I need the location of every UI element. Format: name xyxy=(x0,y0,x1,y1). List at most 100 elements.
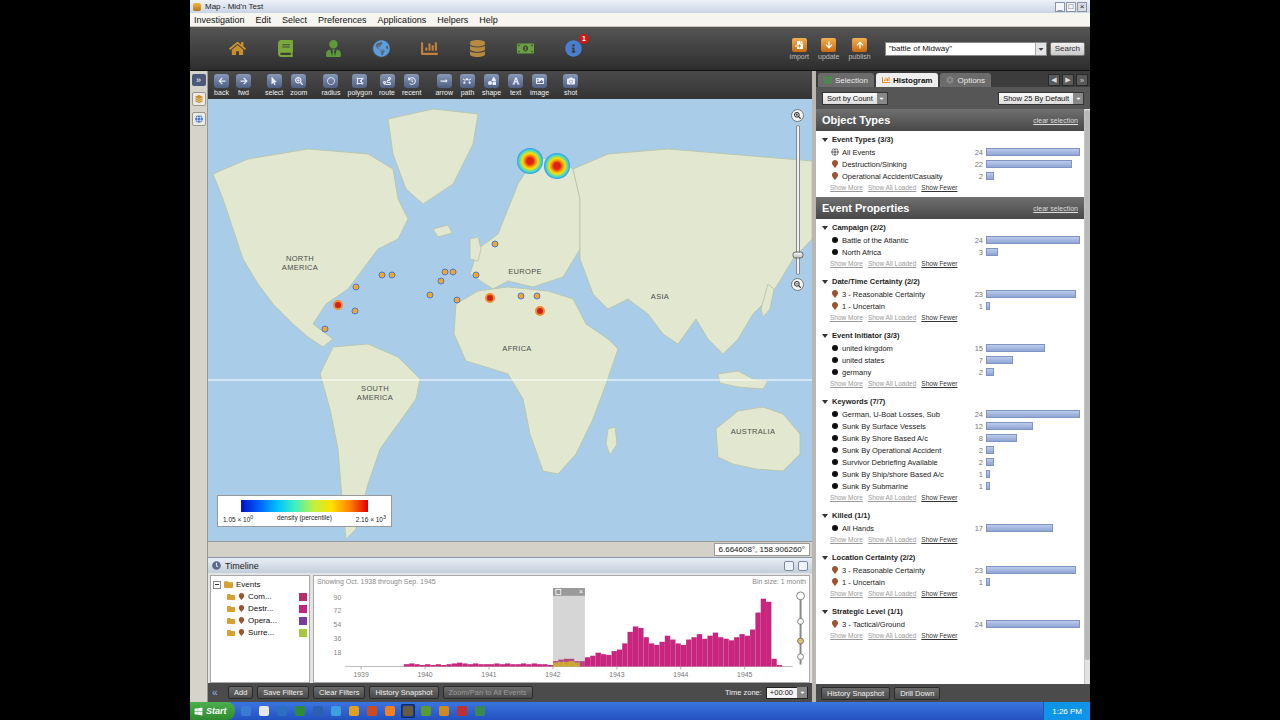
action-button[interactable]: import xyxy=(790,38,809,60)
color-swatch[interactable] xyxy=(299,629,307,637)
app-button[interactable] xyxy=(419,39,439,59)
map-tool[interactable]: route xyxy=(379,74,395,96)
event-pin[interactable] xyxy=(389,271,396,278)
event-bar[interactable] xyxy=(659,642,664,667)
expand-icon[interactable] xyxy=(822,226,828,230)
bar[interactable] xyxy=(526,664,531,666)
collapse-button[interactable]: » xyxy=(1076,74,1088,86)
event-bar[interactable] xyxy=(425,664,430,666)
event-bar[interactable] xyxy=(596,652,601,666)
event-bar[interactable] xyxy=(468,664,473,666)
nav-button[interactable]: ▶ xyxy=(1062,74,1074,86)
event-pin[interactable] xyxy=(450,268,457,275)
event-bar[interactable] xyxy=(777,665,782,667)
event-bar[interactable] xyxy=(548,665,553,667)
event-pin[interactable] xyxy=(379,271,386,278)
menu-item[interactable]: Help xyxy=(479,15,498,25)
event-bar[interactable] xyxy=(500,664,505,666)
map-tool[interactable]: path xyxy=(460,74,475,96)
bar[interactable] xyxy=(659,642,664,667)
event-pin[interactable] xyxy=(353,284,360,291)
event-bar[interactable] xyxy=(734,637,739,666)
event-pin[interactable] xyxy=(473,271,480,278)
event-pin[interactable] xyxy=(352,308,359,315)
bar[interactable] xyxy=(734,637,739,666)
bar[interactable] xyxy=(446,664,451,666)
strip-button[interactable] xyxy=(192,92,206,106)
map-tool[interactable]: image xyxy=(530,74,549,96)
event-bar[interactable] xyxy=(670,639,675,666)
bar[interactable] xyxy=(628,632,633,667)
event-bar[interactable] xyxy=(745,635,750,666)
event-bar[interactable] xyxy=(755,612,760,666)
event-bar[interactable] xyxy=(446,664,451,666)
bar[interactable] xyxy=(532,663,537,666)
facet-title[interactable]: Event Types (3/3) xyxy=(822,133,1080,146)
event-pin[interactable] xyxy=(535,306,545,316)
color-swatch[interactable] xyxy=(299,605,307,613)
window-control[interactable]: □ xyxy=(1066,2,1076,12)
bar[interactable] xyxy=(441,665,446,667)
facet-row[interactable]: 1 - Uncertain1 xyxy=(822,300,1080,312)
expand-icon[interactable] xyxy=(822,556,828,560)
taskbar-app[interactable] xyxy=(383,704,397,718)
menu-item[interactable]: Investigation xyxy=(194,15,245,25)
event-bar[interactable] xyxy=(537,664,542,666)
event-bar[interactable] xyxy=(766,602,771,667)
event-bar[interactable] xyxy=(654,645,659,667)
app-button[interactable] xyxy=(227,39,247,59)
bar[interactable] xyxy=(516,664,521,666)
timeline-close-button[interactable] xyxy=(798,561,808,571)
expand-toggle[interactable] xyxy=(213,581,221,589)
facet-row[interactable]: united states7 xyxy=(822,354,1080,366)
facet-row[interactable]: Survivor Debriefing Available2 xyxy=(822,456,1080,468)
event-bar[interactable] xyxy=(665,635,670,666)
bar[interactable] xyxy=(420,665,425,667)
event-bar[interactable] xyxy=(404,664,409,666)
brush-pin-icon[interactable] xyxy=(556,589,561,594)
event-bar[interactable] xyxy=(649,643,654,666)
bar[interactable] xyxy=(478,664,483,666)
facet-row[interactable]: Battle of the Atlantic24 xyxy=(822,234,1080,246)
bar[interactable] xyxy=(617,649,622,666)
strip-button[interactable] xyxy=(192,112,206,126)
timeline-button[interactable]: History Snapshot xyxy=(369,686,438,699)
bar[interactable] xyxy=(745,635,750,666)
event-bar[interactable] xyxy=(489,664,494,666)
bar[interactable] xyxy=(750,629,755,666)
show-link[interactable]: Show Fewer xyxy=(921,260,957,267)
search-button[interactable]: Search xyxy=(1050,42,1085,56)
event-pin[interactable] xyxy=(485,293,495,303)
menu-item[interactable]: Edit xyxy=(256,15,272,25)
app-button[interactable] xyxy=(323,39,343,59)
facet-row[interactable]: germany2 xyxy=(822,366,1080,378)
taskbar-app[interactable] xyxy=(329,704,343,718)
event-bar[interactable] xyxy=(430,665,435,667)
event-pin[interactable] xyxy=(333,300,343,310)
facet-title[interactable]: Date/Time Certainty (2/2) xyxy=(822,275,1080,288)
bar[interactable] xyxy=(723,639,728,667)
event-bar[interactable] xyxy=(675,643,680,666)
tree-row[interactable]: Opera... xyxy=(213,615,307,626)
event-bar[interactable] xyxy=(521,663,526,666)
bar[interactable] xyxy=(468,664,473,666)
expand-icon[interactable] xyxy=(822,334,828,338)
facet-title[interactable]: Killed (1/1) xyxy=(822,509,1080,522)
action-button[interactable]: update xyxy=(818,38,839,60)
timeline-min-button[interactable] xyxy=(784,561,794,571)
event-bar[interactable] xyxy=(622,643,627,666)
event-bar[interactable] xyxy=(739,634,744,666)
facet-row[interactable]: Sunk By Submarine1 xyxy=(822,480,1080,492)
app-button[interactable] xyxy=(467,39,487,59)
bar[interactable] xyxy=(761,598,766,666)
zoom-in-button[interactable] xyxy=(791,109,804,122)
event-bar[interactable] xyxy=(526,664,531,666)
map-tool[interactable]: fwd xyxy=(236,74,251,96)
expand-icon[interactable] xyxy=(822,610,828,614)
bar[interactable] xyxy=(473,663,478,666)
bar[interactable] xyxy=(681,645,686,667)
tree-row[interactable]: Surre... xyxy=(213,627,307,638)
event-pin[interactable] xyxy=(518,292,525,299)
facet-row[interactable]: Sunk By Surface Vessels12 xyxy=(822,420,1080,432)
map-tool[interactable]: shape xyxy=(482,74,501,96)
